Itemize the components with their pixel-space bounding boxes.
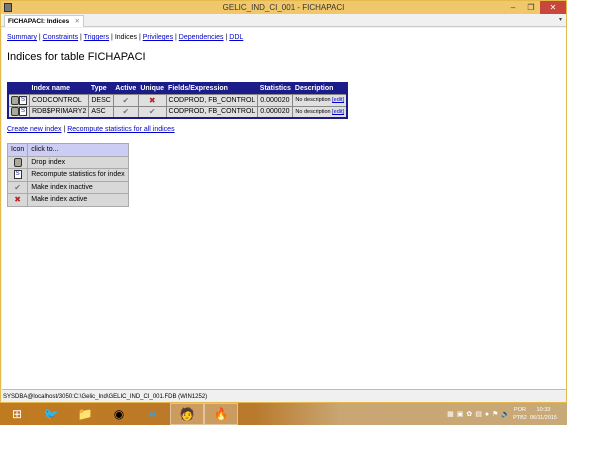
index-statistics: 0.000020 xyxy=(257,105,294,119)
drop-index-icon xyxy=(13,157,22,167)
tray-icon[interactable]: ▣ xyxy=(457,410,464,418)
index-type: DESC xyxy=(88,93,114,107)
page-title: Indices for table FICHAPACI xyxy=(7,51,146,63)
app-icon[interactable] xyxy=(4,3,12,12)
legend-item: Make index inactive xyxy=(27,180,129,194)
title-bar: GELIC_IND_CI_001 - FICHAPACI – ❐ ✕ xyxy=(1,1,566,14)
file-explorer-icon[interactable]: 📁 xyxy=(68,403,102,425)
unique-check-icon: ✔ xyxy=(137,105,167,119)
section-nav: Summary | Constraints | Triggers | Indic… xyxy=(7,34,243,41)
content-area: Summary | Constraints | Triggers | Indic… xyxy=(2,28,566,390)
tray-icon[interactable]: ▦ xyxy=(447,410,454,418)
legend-item: Recompute statistics for index xyxy=(27,168,129,182)
check-icon: ✔ xyxy=(6,180,29,194)
time: 10:33 xyxy=(536,407,551,413)
language-indicator[interactable]: POR PTB2 xyxy=(513,406,527,422)
lang-layout: PTB2 xyxy=(513,415,527,421)
unique-cross-icon: ✖ xyxy=(137,93,167,107)
indices-table: Index name Type Active Unique Fields/Exp… xyxy=(7,82,349,119)
app-window: GELIC_IND_CI_001 - FICHAPACI – ❐ ✕ FICHA… xyxy=(0,0,567,403)
legend-item: Make index active xyxy=(27,193,129,207)
tray-icon[interactable]: ✿ xyxy=(466,410,472,418)
tab-close-icon[interactable]: ✕ xyxy=(75,16,80,27)
clock[interactable]: 10:33 06/11/2015 xyxy=(530,406,557,422)
index-name: RDB$PRIMARY2 xyxy=(28,105,90,119)
col-description: Description xyxy=(292,83,348,94)
col-active: Active xyxy=(113,83,139,94)
col-index-name: Index name xyxy=(29,83,89,94)
thunderbird-icon[interactable]: 🐦 xyxy=(34,403,68,425)
table-header: Index name Type Active Unique Fields/Exp… xyxy=(8,83,348,94)
taskbar: ⊞ 🐦 📁 ◉ e 🧑 🔥 ▦ ▣ ✿ ▤ ● ⚑ 🔈 POR PTB2 10:3… xyxy=(0,403,567,425)
cross-icon: ✖ xyxy=(6,193,29,207)
minimize-button[interactable]: – xyxy=(504,1,522,14)
drop-index-icon[interactable] xyxy=(11,107,19,117)
index-actions: Create new index | Recompute statistics … xyxy=(7,126,175,133)
link-privileges[interactable]: Privileges xyxy=(143,34,173,41)
link-ddl[interactable]: DDL xyxy=(229,34,243,41)
flamerobin-icon[interactable]: 🔥 xyxy=(204,403,238,425)
legend-header-text: click to... xyxy=(27,143,129,157)
index-description: No description xyxy=(295,108,331,115)
table-row: S RDB$PRIMARY2 ASC ✔ ✔ CODPROD, FB_CONTR… xyxy=(7,105,348,119)
date: 06/11/2015 xyxy=(529,415,557,421)
active-check-icon[interactable]: ✔ xyxy=(112,93,139,107)
flag-icon[interactable]: ⚑ xyxy=(492,410,498,418)
link-constraints[interactable]: Constraints xyxy=(43,34,78,41)
index-fields: CODPROD, FB_CONTROL xyxy=(165,105,259,119)
index-fields: CODPROD, FB_CONTROL xyxy=(165,93,259,107)
drop-index-icon[interactable] xyxy=(11,95,19,105)
recompute-stats-icon: S xyxy=(13,170,22,180)
recompute-all-link[interactable]: Recompute statistics for all indices xyxy=(67,126,174,133)
col-fields: Fields/Expression xyxy=(166,83,258,94)
internet-explorer-icon[interactable]: e xyxy=(136,403,170,425)
create-index-link[interactable]: Create new index xyxy=(7,126,61,133)
index-name: CODCONTROL xyxy=(28,93,90,107)
edit-description-link[interactable]: [edit] xyxy=(332,97,344,103)
link-dependencies[interactable]: Dependencies xyxy=(179,34,224,41)
current-indices: Indices xyxy=(114,34,137,41)
recompute-stats-icon[interactable]: S xyxy=(19,95,27,105)
col-type: Type xyxy=(88,83,114,94)
network-icon[interactable]: ▤ xyxy=(475,410,482,418)
legend-item: Drop index xyxy=(27,155,129,169)
tab-label: FICHAPACI: Indices xyxy=(8,18,70,25)
tab-bar: FICHAPACI: Indices ✕ ▾ xyxy=(1,14,566,27)
system-tray: ▦ ▣ ✿ ▤ ● ⚑ 🔈 POR PTB2 10:33 06/11/2015 xyxy=(447,406,567,422)
lang: POR xyxy=(514,407,526,413)
icon-legend: Icon click to... Drop index S Recompute st… xyxy=(6,143,129,207)
legend-header-icon: Icon xyxy=(6,143,29,157)
maximize-button[interactable]: ❐ xyxy=(522,1,540,14)
link-summary[interactable]: Summary xyxy=(7,34,37,41)
tab-indices[interactable]: FICHAPACI: Indices ✕ xyxy=(4,15,84,27)
window-title: GELIC_IND_CI_001 - FICHAPACI xyxy=(222,3,345,12)
col-unique: Unique xyxy=(138,83,167,94)
table-row: S CODCONTROL DESC ✔ ✖ CODPROD, FB_CONTRO… xyxy=(7,93,348,107)
recompute-stats-icon[interactable]: S xyxy=(19,107,27,117)
col-statistics: Statistics xyxy=(257,83,293,94)
link-triggers[interactable]: Triggers xyxy=(84,34,109,41)
start-button[interactable]: ⊞ xyxy=(0,403,34,425)
index-description: No description xyxy=(295,97,331,103)
index-type: ASC xyxy=(88,105,114,119)
chrome-icon[interactable]: ◉ xyxy=(102,403,136,425)
tab-menu-icon[interactable]: ▾ xyxy=(559,16,562,23)
tray-icon[interactable]: ● xyxy=(485,411,489,418)
status-bar: SYSDBA@localhost/3050:C:\Gelic_Ind\GELIC… xyxy=(3,394,208,400)
app-taskbar-icon[interactable]: 🧑 xyxy=(170,403,204,425)
close-button[interactable]: ✕ xyxy=(540,1,566,14)
edit-description-link[interactable]: [edit] xyxy=(332,109,344,115)
active-check-icon[interactable]: ✔ xyxy=(112,105,139,119)
index-statistics: 0.000020 xyxy=(257,93,294,107)
col-icons xyxy=(8,83,30,94)
volume-icon[interactable]: 🔈 xyxy=(501,410,510,418)
